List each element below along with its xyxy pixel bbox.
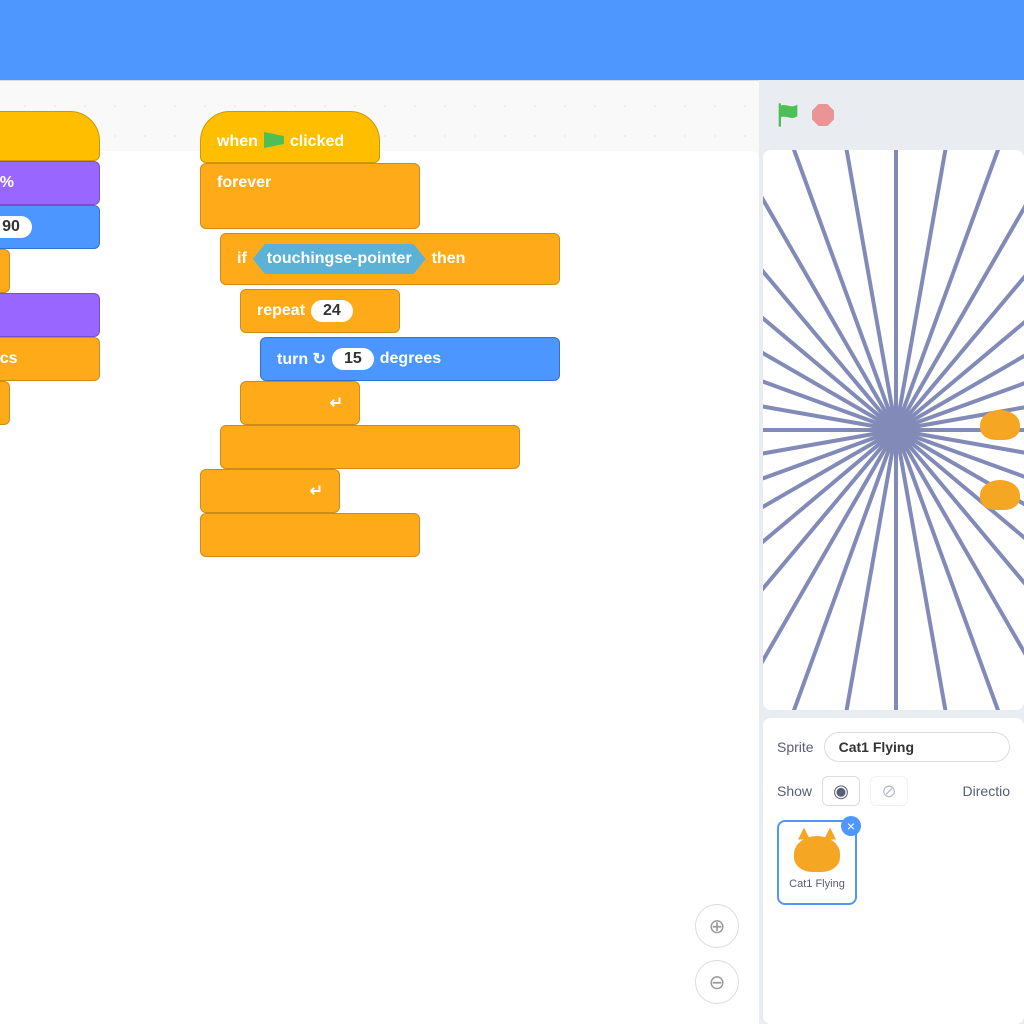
- sprite-thumbnail[interactable]: × Cat1 Flying: [777, 820, 857, 905]
- script-stack-2[interactable]: when clicked forever if touchingse-point…: [200, 111, 560, 557]
- when-flag-clicked-block[interactable]: clicked: [0, 111, 100, 161]
- sprite-info-panel: Sprite Cat1 Flying Show ◉ ⊘ Directio × C…: [763, 718, 1024, 1024]
- loop-cap[interactable]: ↵: [240, 381, 360, 425]
- repeat-block[interactable]: repeat 24: [240, 289, 400, 333]
- sprite-label: Sprite: [777, 739, 814, 755]
- value-input[interactable]: 24: [311, 300, 353, 322]
- zoom-out-button[interactable]: ⊖: [695, 960, 739, 1004]
- script-workspace[interactable]: clicked 200 % ection 90 tume 2 secs: [0, 80, 759, 1024]
- loop-cap[interactable]: ↵: [0, 381, 10, 425]
- show-sprite-button[interactable]: ◉: [822, 776, 860, 806]
- block-label: forever: [217, 174, 271, 192]
- set-size-block[interactable]: 200 %: [0, 161, 100, 205]
- stage[interactable]: [763, 150, 1024, 710]
- sprite-on-stage[interactable]: [980, 480, 1020, 510]
- show-label: Show: [777, 783, 812, 799]
- value-input[interactable]: 90: [0, 216, 32, 238]
- menu-bar: [0, 0, 1024, 80]
- zoom-in-button[interactable]: ⊕: [695, 904, 739, 948]
- hide-sprite-button[interactable]: ⊘: [870, 776, 908, 806]
- block-label: degrees: [380, 350, 441, 368]
- block-label: if: [237, 250, 247, 268]
- block-label: then: [432, 250, 466, 268]
- block-label: repeat: [257, 302, 305, 320]
- if-cap[interactable]: [220, 425, 520, 469]
- script-stack-1[interactable]: clicked 200 % ection 90 tume 2 secs: [0, 111, 100, 425]
- direction-label: Directio: [963, 783, 1010, 799]
- block-label: secs: [0, 350, 18, 368]
- green-flag-icon[interactable]: [774, 101, 802, 129]
- sprite-on-stage[interactable]: [980, 410, 1020, 440]
- turn-block[interactable]: turn ↻ 15 degrees: [260, 337, 560, 381]
- block-label: when: [217, 133, 258, 151]
- if-block[interactable]: if touchingse-pointer then: [220, 233, 560, 285]
- block-label: turn ↻: [277, 349, 326, 369]
- zoom-controls: ⊕ ⊖: [695, 904, 739, 1004]
- touching-reporter[interactable]: touchingse-pointer: [253, 244, 426, 274]
- sprite-name-input[interactable]: Cat1 Flying: [824, 732, 1010, 762]
- when-flag-clicked-block[interactable]: when clicked: [200, 111, 380, 163]
- block-label: %: [0, 174, 14, 192]
- thumbnail-label: Cat1 Flying: [789, 878, 845, 890]
- block-label: clicked: [290, 133, 344, 151]
- value-input[interactable]: 15: [332, 348, 374, 370]
- stop-icon[interactable]: [812, 104, 834, 126]
- loop-cap[interactable]: ↵: [200, 469, 340, 513]
- delete-sprite-icon[interactable]: ×: [841, 816, 861, 836]
- control-block[interactable]: [0, 249, 10, 293]
- flag-icon: [264, 132, 284, 152]
- forever-block[interactable]: forever: [200, 163, 420, 229]
- costume-block[interactable]: tume: [0, 293, 100, 337]
- cat-icon: [794, 836, 840, 872]
- point-direction-block[interactable]: ection 90: [0, 205, 100, 249]
- stage-controls: [759, 80, 1024, 150]
- wait-block[interactable]: 2 secs: [0, 337, 100, 381]
- forever-cap[interactable]: [200, 513, 420, 557]
